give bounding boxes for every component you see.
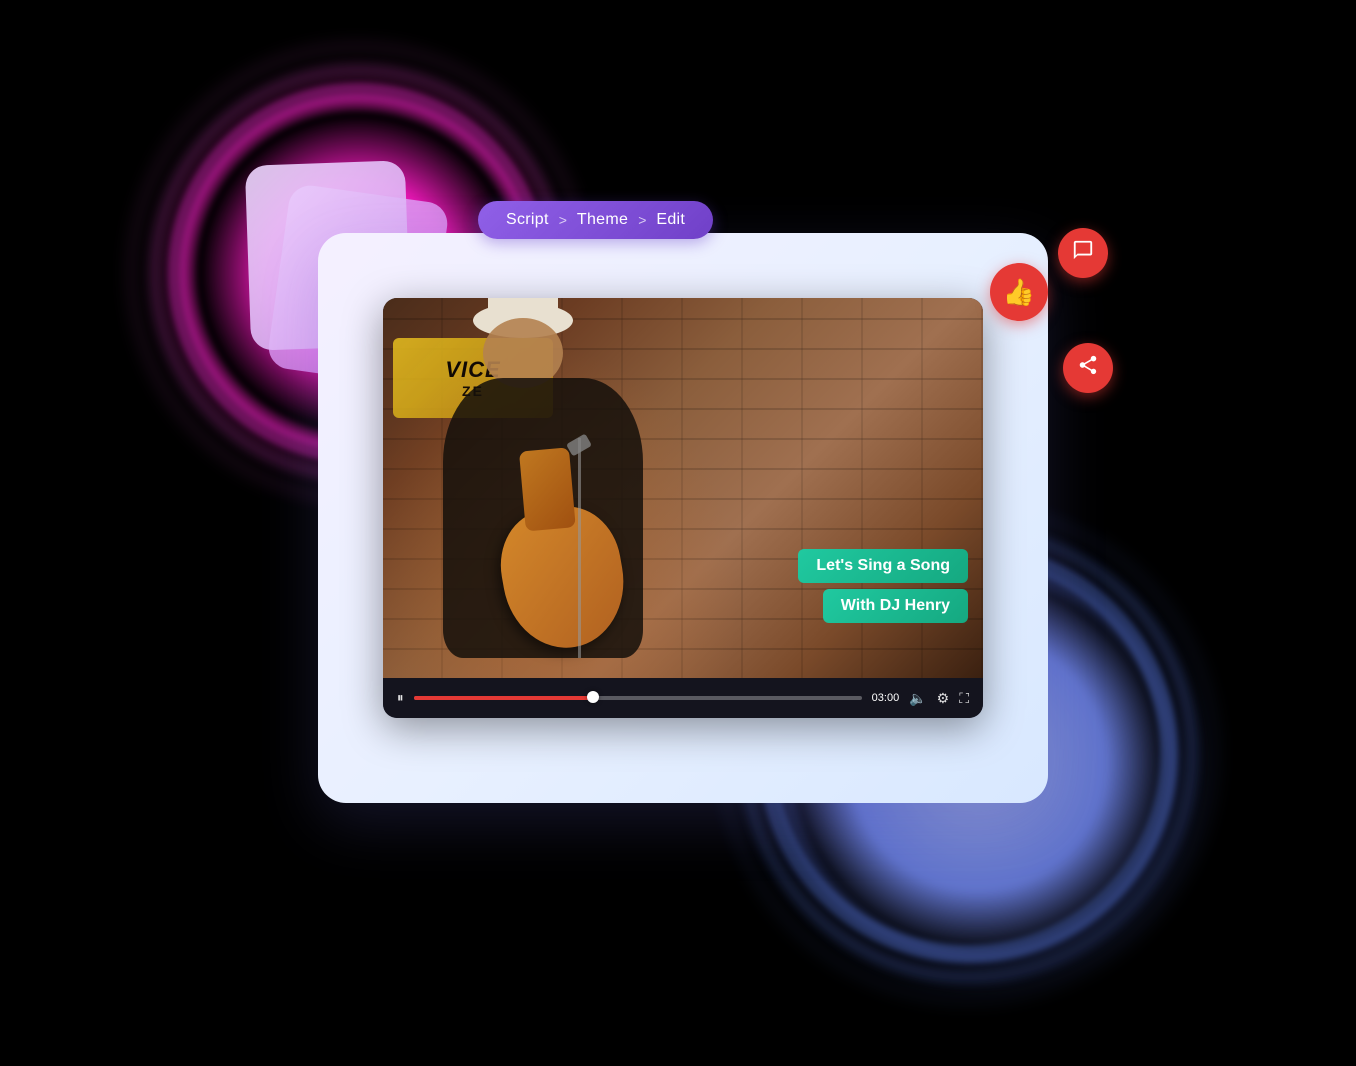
breadcrumb-theme[interactable]: Theme [577,211,628,229]
like-icon: 👍 [1003,277,1035,308]
progress-thumb [587,691,599,703]
comment-icon [1072,239,1094,267]
main-card: VICE ZE Let's Sing a Song With DJ Henry … [318,233,1048,803]
like-button[interactable]: 👍 [990,263,1048,321]
breadcrumb-edit[interactable]: Edit [656,211,685,229]
mic-stand [578,438,581,658]
musician-area [383,298,773,678]
time-display: 03:00 [872,692,900,704]
breadcrumb-script[interactable]: Script [506,211,549,229]
breadcrumb: Script > Theme > Edit [478,201,713,239]
progress-fill [414,696,593,700]
scene: VICE ZE Let's Sing a Song With DJ Henry … [178,83,1178,983]
fullscreen-icon[interactable]: ⛶ [959,690,969,707]
progress-bar[interactable] [414,696,862,700]
video-subtitle-2: With DJ Henry [823,589,968,623]
video-controls: ⏸ 03:00 🔈 ⚙ ⛶ [383,678,983,718]
video-background: VICE ZE Let's Sing a Song With DJ Henry [383,298,983,678]
settings-icon[interactable]: ⚙ [937,690,950,707]
pause-button[interactable]: ⏸ [397,690,404,706]
comment-button[interactable] [1058,228,1108,278]
video-player[interactable]: VICE ZE Let's Sing a Song With DJ Henry … [383,298,983,718]
share-button[interactable] [1063,343,1113,393]
share-icon [1077,354,1099,382]
volume-icon[interactable]: 🔈 [909,690,926,707]
breadcrumb-sep-2: > [638,212,646,228]
breadcrumb-sep-1: > [559,212,567,228]
video-subtitle-1: Let's Sing a Song [798,549,968,583]
